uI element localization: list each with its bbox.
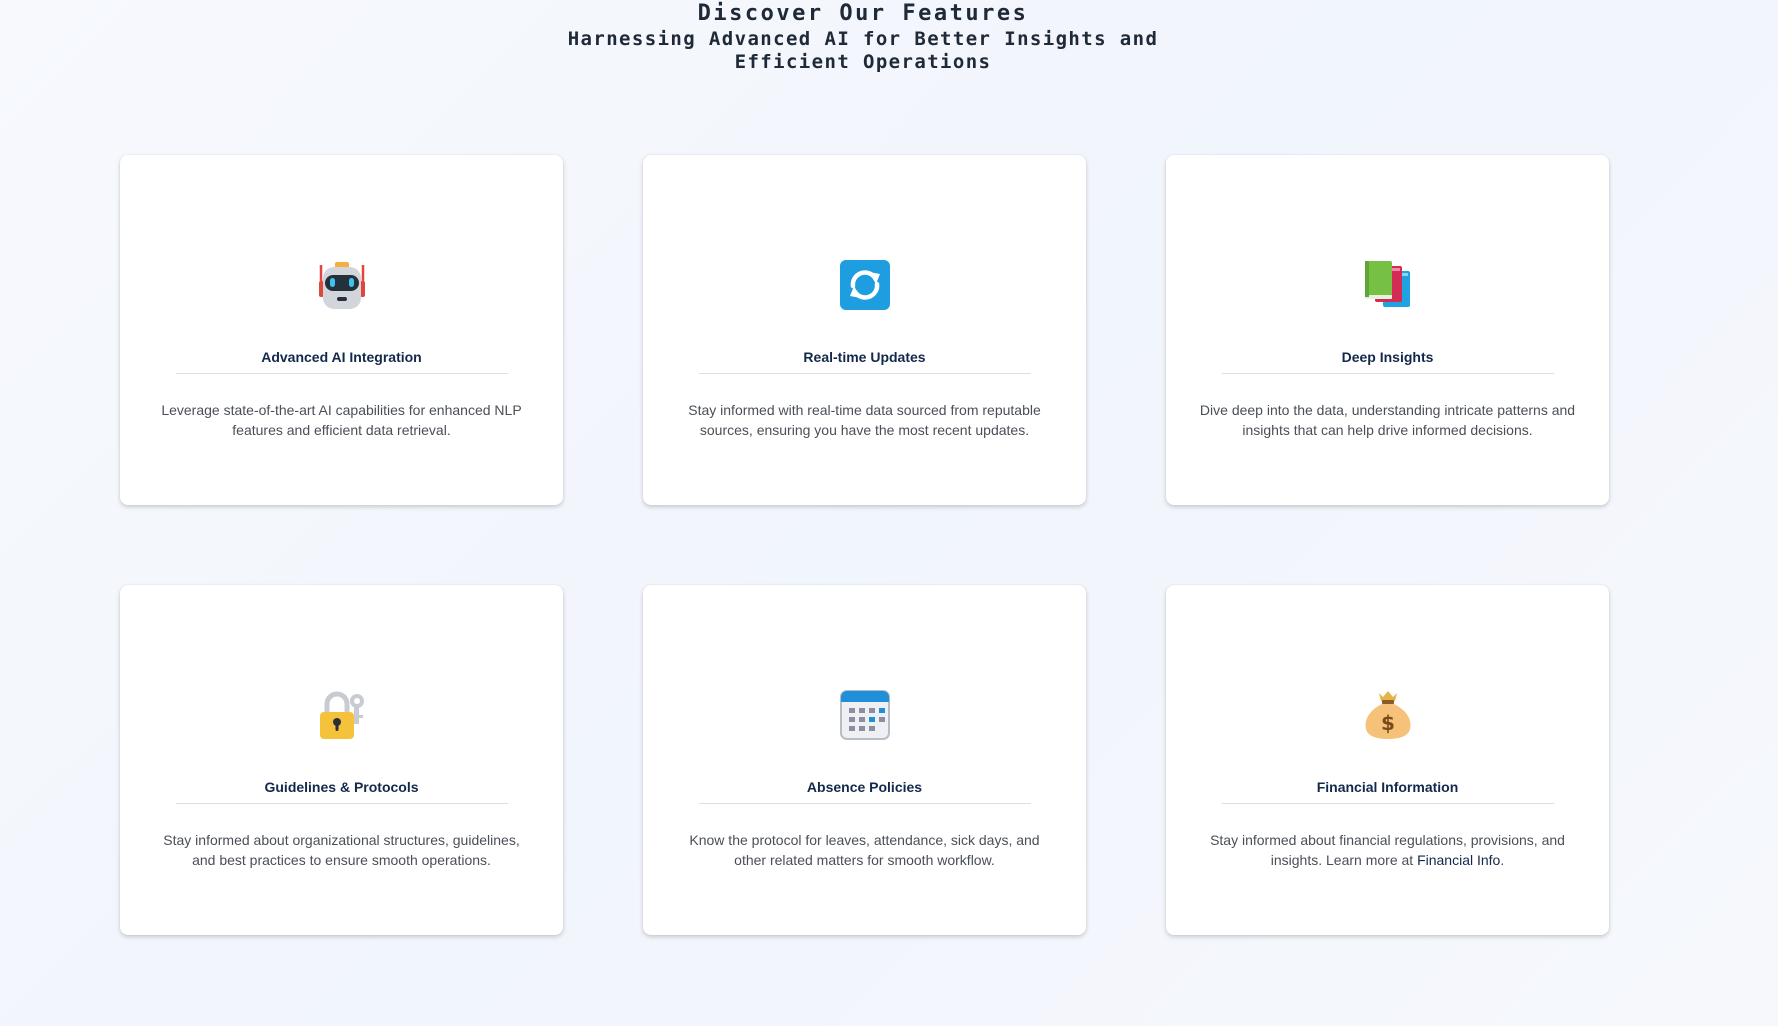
- features-grid: Advanced AI Integration Leverage state-o…: [120, 155, 1609, 935]
- feature-card-financial-info: $ Financial Information Stay informed ab…: [1166, 585, 1609, 935]
- feature-description: Leverage state-of-the-art AI capabilitie…: [161, 402, 522, 438]
- feature-description: Know the protocol for leaves, attendance…: [689, 832, 1040, 868]
- calendar-icon: [839, 690, 890, 740]
- feature-card-deep-insights: Deep Insights Dive deep into the data, u…: [1166, 155, 1609, 505]
- feature-title: Advanced AI Integration: [175, 349, 508, 374]
- feature-description: Stay informed about financial regulation…: [1198, 830, 1578, 870]
- feature-title: Deep Insights: [1221, 349, 1554, 374]
- financial-info-link[interactable]: Financial Info: [1417, 852, 1500, 868]
- feature-card-ai-integration: Advanced AI Integration Leverage state-o…: [120, 155, 563, 505]
- feature-description: Stay informed with real-time data source…: [688, 402, 1041, 438]
- feature-card-absence-policies: Absence Policies Know the protocol for l…: [643, 585, 1086, 935]
- books-icon: [1364, 261, 1410, 307]
- feature-title: Financial Information: [1221, 779, 1554, 804]
- feature-title: Real-time Updates: [698, 349, 1031, 374]
- feature-title: Absence Policies: [698, 779, 1031, 804]
- feature-title: Guidelines & Protocols: [175, 779, 508, 804]
- description-text-end: .: [1500, 852, 1505, 868]
- description-text: Stay informed about financial regulation…: [1210, 832, 1565, 868]
- lock-with-key-icon: [319, 691, 364, 739]
- page-header: Discover Our Features Harnessing Advance…: [0, 0, 1726, 74]
- feature-card-guidelines: Guidelines & Protocols Stay informed abo…: [120, 585, 563, 935]
- robot-icon: [318, 262, 365, 309]
- feature-description: Dive deep into the data, understanding i…: [1199, 402, 1576, 438]
- feature-description: Stay informed about organizational struc…: [163, 832, 520, 868]
- svg-text:$: $: [1381, 711, 1395, 735]
- feature-card-realtime-updates: Real-time Updates Stay informed with rea…: [643, 155, 1086, 505]
- page-subtitle: Harnessing Advanced AI for Better Insigh…: [567, 28, 1159, 73]
- money-bag-icon: $: [1365, 691, 1410, 739]
- refresh-icon: [839, 260, 890, 310]
- page-title: Discover Our Features: [697, 1, 1029, 26]
